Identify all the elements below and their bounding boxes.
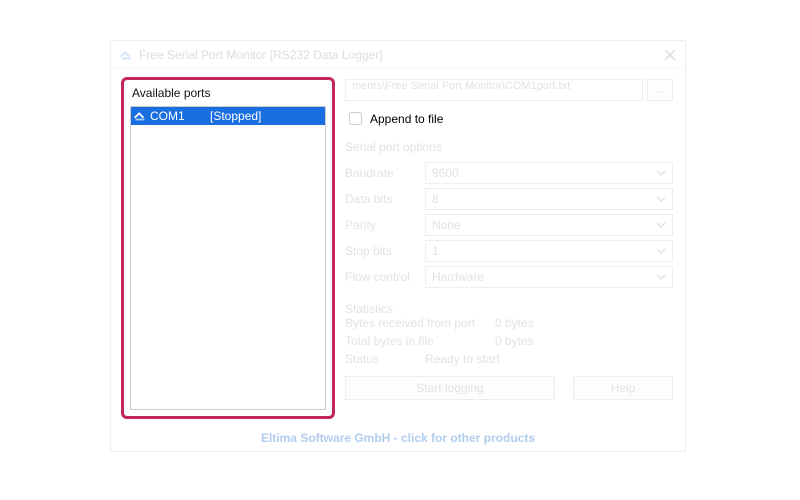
- parity-value: None: [432, 218, 461, 232]
- append-to-file-checkbox[interactable]: [349, 112, 362, 125]
- bytes-in-file-label: Total bytes in file: [345, 334, 495, 352]
- chevron-down-icon: [656, 220, 666, 230]
- titlebar: Free Serial Port Monitor [RS232 Data Log…: [111, 41, 685, 69]
- chevron-down-icon: [656, 246, 666, 256]
- baudrate-value: 9600: [432, 166, 459, 180]
- stopbits-label: Stop bits: [345, 244, 417, 258]
- baudrate-select[interactable]: 9600: [425, 162, 673, 184]
- flowcontrol-label: Flow control: [345, 270, 417, 284]
- browse-button[interactable]: ...: [647, 79, 673, 101]
- app-window: Free Serial Port Monitor [RS232 Data Log…: [110, 40, 686, 452]
- parity-select[interactable]: None: [425, 214, 673, 236]
- databits-select[interactable]: 8: [425, 188, 673, 210]
- bytes-from-port-value: 0 bytes: [495, 316, 534, 334]
- vendor-link[interactable]: Eltima Software GmbH - click for other p…: [111, 431, 685, 445]
- databits-value: 8: [432, 192, 439, 206]
- chevron-down-icon: [656, 168, 666, 178]
- status-label: Status: [345, 352, 425, 370]
- help-button[interactable]: Help: [573, 376, 673, 400]
- status-value: Ready to start: [425, 352, 500, 370]
- databits-label: Data bits: [345, 192, 417, 206]
- bytes-in-file-value: 0 bytes: [495, 334, 534, 352]
- port-name: COM1: [150, 109, 210, 123]
- settings-area: ments\Free Serial Port Monitor\COM1port.…: [345, 79, 673, 400]
- flowcontrol-select[interactable]: Hardware: [425, 266, 673, 288]
- client-area: Available ports COM1 [Stopped] ments\Fre…: [111, 69, 685, 451]
- available-ports-label: Available ports: [124, 80, 332, 104]
- available-ports-panel: Available ports COM1 [Stopped]: [123, 79, 333, 417]
- stopbits-select[interactable]: 1: [425, 240, 673, 262]
- bytes-from-port-label: Bytes received from port: [345, 316, 495, 334]
- baudrate-label: Baudrate: [345, 166, 417, 180]
- chevron-down-icon: [656, 272, 666, 282]
- serial-options-label: Serial port options: [345, 140, 673, 154]
- start-logging-button[interactable]: Start logging: [345, 376, 555, 400]
- serial-port-icon: [133, 109, 147, 123]
- statistics-label: Statistics: [345, 302, 673, 316]
- stopbits-value: 1: [432, 244, 439, 258]
- append-to-file-label: Append to file: [370, 112, 443, 126]
- ports-listbox[interactable]: COM1 [Stopped]: [130, 106, 326, 410]
- port-row[interactable]: COM1 [Stopped]: [131, 107, 325, 125]
- close-icon[interactable]: [663, 48, 677, 62]
- window-title: Free Serial Port Monitor [RS232 Data Log…: [139, 48, 663, 62]
- port-status: [Stopped]: [210, 109, 261, 123]
- parity-label: Parity: [345, 218, 417, 232]
- log-file-path-input[interactable]: ments\Free Serial Port Monitor\COM1port.…: [345, 79, 643, 101]
- chevron-down-icon: [656, 194, 666, 204]
- flowcontrol-value: Hardware: [432, 270, 484, 284]
- app-icon: [119, 48, 133, 62]
